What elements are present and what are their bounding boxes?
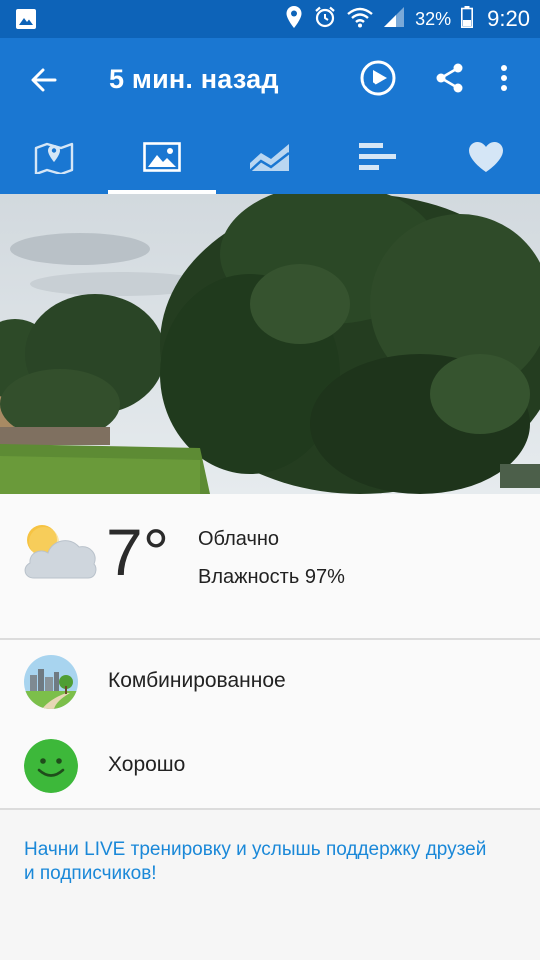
back-button[interactable] — [24, 62, 64, 102]
battery-icon — [461, 5, 474, 33]
mixed-terrain-icon — [24, 655, 78, 709]
heart-icon — [468, 141, 504, 178]
location-icon — [285, 5, 303, 34]
app-bar: 5 мин. назад — [0, 38, 540, 124]
share-icon — [434, 62, 466, 99]
tab-bar — [0, 124, 540, 194]
chart-icon — [249, 141, 291, 178]
weather-summary: 7° Облачно Влажность 97% — [0, 494, 540, 639]
partly-cloudy-icon — [22, 520, 98, 589]
gallery-icon — [14, 7, 38, 36]
route-replay-button[interactable] — [356, 58, 400, 102]
clock: 9:20 — [487, 6, 530, 31]
tab-photo[interactable] — [108, 124, 216, 194]
smiley-icon — [24, 739, 78, 793]
signal-icon — [383, 6, 405, 33]
status-bar: 32% 9:20 — [0, 0, 540, 38]
weather-condition: Облачно — [198, 528, 280, 550]
map-icon — [34, 140, 74, 179]
surface-label: Комбинированное — [108, 669, 286, 692]
alarm-icon — [313, 5, 337, 34]
feeling-label: Хорошо — [108, 753, 186, 776]
back-arrow-icon — [31, 68, 57, 97]
image-icon — [143, 141, 181, 177]
bars-icon — [359, 142, 397, 176]
more-button[interactable] — [482, 58, 526, 102]
humidity: Влажность 97% — [198, 566, 345, 588]
workout-photo[interactable] — [0, 194, 540, 494]
surface-row[interactable]: Комбинированное — [0, 640, 540, 724]
battery-percent: 32% — [415, 8, 452, 29]
tab-like[interactable] — [432, 124, 540, 194]
page-title: 5 мин. назад — [109, 64, 279, 94]
tab-map[interactable] — [0, 124, 108, 194]
live-prompt-link[interactable]: Начни LIVE тренировку и услышь поддержку… — [24, 838, 494, 886]
feeling-row[interactable]: Хорошо — [0, 724, 540, 808]
wifi-icon — [347, 6, 373, 33]
more-icon — [500, 64, 508, 97]
tab-splits[interactable] — [324, 124, 432, 194]
tab-chart[interactable] — [216, 124, 324, 194]
share-button[interactable] — [428, 58, 472, 102]
divider — [0, 808, 540, 810]
route-play-icon — [359, 59, 397, 102]
temperature: 7° — [106, 515, 170, 589]
